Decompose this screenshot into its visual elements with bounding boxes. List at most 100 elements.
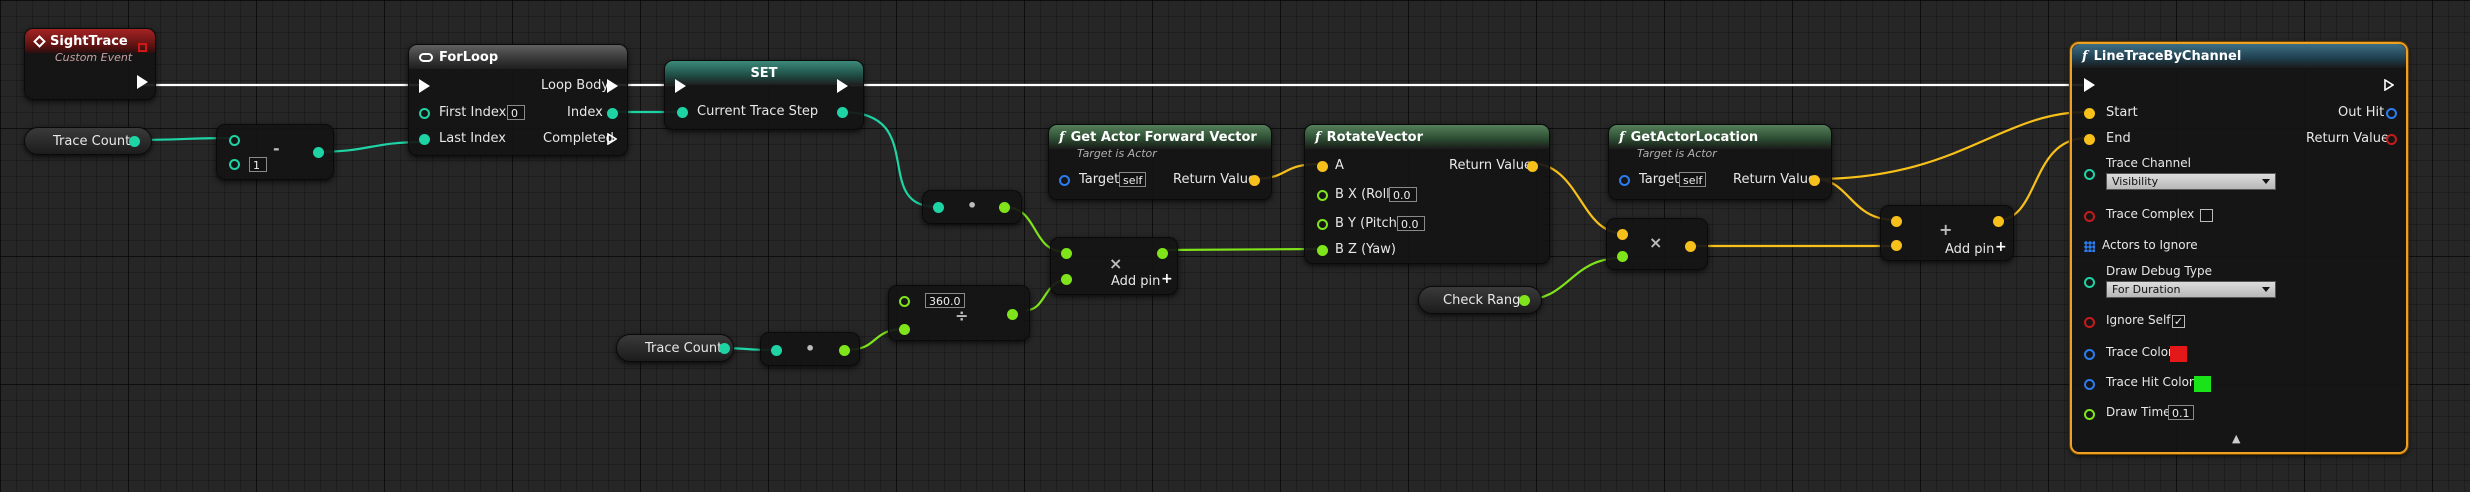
b-y-value-box[interactable]: 0.0 bbox=[1397, 216, 1425, 231]
multiply-node[interactable]: • bbox=[760, 332, 860, 366]
blueprint-graph[interactable]: SightTrace Custom Event Trace Count 1 - … bbox=[0, 0, 2470, 492]
b-x-value-box[interactable]: 0.0 bbox=[1389, 187, 1417, 202]
target-pin[interactable] bbox=[1059, 175, 1070, 186]
index-out-pin[interactable] bbox=[607, 108, 618, 119]
end-pin[interactable] bbox=[2084, 134, 2095, 145]
add-pin-icon[interactable]: + bbox=[1995, 239, 2007, 255]
value-in-pin[interactable] bbox=[677, 107, 688, 118]
trace-hit-color-pin[interactable] bbox=[2084, 379, 2095, 390]
exec-out-pin[interactable] bbox=[837, 79, 848, 93]
target-value-box[interactable]: self bbox=[1119, 172, 1147, 187]
draw-debug-type-pin[interactable] bbox=[2084, 277, 2095, 288]
get-actor-location-node[interactable]: f GetActorLocation Target is Actor Targe… bbox=[1608, 124, 1832, 200]
out-hit-pin[interactable] bbox=[2386, 108, 2397, 119]
add-pin-label[interactable]: Add pin bbox=[1945, 242, 1994, 257]
result-out-pin[interactable] bbox=[1157, 248, 1168, 259]
exec-out-pin[interactable] bbox=[137, 75, 148, 89]
b-z-pin[interactable] bbox=[1317, 245, 1328, 256]
exec-out-pin[interactable] bbox=[2384, 79, 2394, 91]
result-out-pin[interactable] bbox=[999, 202, 1010, 213]
a-in-pin[interactable] bbox=[771, 345, 782, 356]
target-pin[interactable] bbox=[1619, 175, 1630, 186]
ignore-self-checkbox[interactable]: ✓ bbox=[2172, 315, 2185, 328]
trace-hit-color-swatch[interactable] bbox=[2194, 376, 2211, 392]
node-header[interactable]: f LineTraceByChannel bbox=[2072, 44, 2406, 68]
draw-time-pin[interactable] bbox=[2084, 409, 2095, 420]
trace-color-pin[interactable] bbox=[2084, 349, 2095, 360]
value-out-pin[interactable] bbox=[719, 343, 730, 354]
trace-complex-pin[interactable] bbox=[2084, 211, 2095, 222]
for-loop-node[interactable]: ForLoop Loop Body First Index 0 Index La… bbox=[408, 44, 628, 156]
return-value-pin[interactable] bbox=[1249, 175, 1260, 186]
b-in-pin[interactable] bbox=[1617, 251, 1628, 262]
result-out-pin[interactable] bbox=[1007, 309, 1018, 320]
value-out-pin[interactable] bbox=[129, 136, 140, 147]
last-index-pin[interactable] bbox=[419, 134, 430, 145]
delegate-pin[interactable] bbox=[138, 43, 147, 52]
return-value-pin[interactable] bbox=[1527, 161, 1538, 172]
vector-add-node[interactable]: + Add pin + bbox=[1880, 205, 2014, 261]
result-out-pin[interactable] bbox=[1993, 216, 2004, 227]
trace-count-getter[interactable]: Trace Count bbox=[24, 127, 152, 155]
a-in-pin[interactable] bbox=[229, 135, 240, 146]
node-header[interactable]: SET bbox=[665, 61, 863, 85]
return-value-pin[interactable] bbox=[2386, 134, 2397, 145]
divide-node[interactable]: 360.0 ÷ bbox=[888, 285, 1030, 341]
draw-time-value-box[interactable]: 0.1 bbox=[2168, 405, 2194, 420]
node-header[interactable]: f GetActorLocation bbox=[1609, 125, 1831, 149]
b-x-pin[interactable] bbox=[1317, 190, 1328, 201]
return-value-pin[interactable] bbox=[1809, 175, 1820, 186]
completed-out-pin[interactable] bbox=[607, 133, 617, 145]
multiply-add-pin-node[interactable]: × Add pin + bbox=[1050, 237, 1178, 295]
trace-color-swatch[interactable] bbox=[2170, 346, 2187, 362]
result-out-pin[interactable] bbox=[313, 147, 324, 158]
draw-debug-type-dropdown[interactable]: For Duration bbox=[2106, 281, 2276, 298]
trace-channel-dropdown[interactable]: Visibility bbox=[2106, 173, 2276, 190]
ignore-self-pin[interactable] bbox=[2084, 317, 2095, 328]
exec-in-pin[interactable] bbox=[2084, 78, 2095, 92]
exec-in-pin[interactable] bbox=[675, 79, 686, 93]
subtract-node[interactable]: 1 - bbox=[216, 124, 334, 180]
sight-trace-event-node[interactable]: SightTrace Custom Event bbox=[24, 28, 156, 100]
multiply-node[interactable]: • bbox=[922, 190, 1022, 224]
array-grid-icon[interactable] bbox=[2084, 241, 2095, 252]
a-in-pin[interactable] bbox=[1317, 161, 1328, 172]
trace-count-getter[interactable]: Trace Count bbox=[616, 334, 734, 362]
b-in-pin[interactable] bbox=[1061, 274, 1072, 285]
collapse-arrow-icon[interactable]: ▲ bbox=[2232, 432, 2240, 445]
a-in-pin[interactable] bbox=[933, 202, 944, 213]
add-pin-label[interactable]: Add pin bbox=[1111, 274, 1160, 289]
trace-complex-checkbox[interactable] bbox=[2200, 209, 2213, 222]
exec-in-pin[interactable] bbox=[419, 79, 430, 93]
vector-multiply-node[interactable]: × bbox=[1606, 218, 1708, 270]
b-y-pin[interactable] bbox=[1317, 219, 1328, 230]
value-out-pin[interactable] bbox=[1519, 295, 1530, 306]
start-pin[interactable] bbox=[2084, 108, 2095, 119]
line-trace-by-channel-node[interactable]: f LineTraceByChannel Start Out Hit End R… bbox=[2070, 42, 2408, 454]
get-actor-forward-vector-node[interactable]: f Get Actor Forward Vector Target is Act… bbox=[1048, 124, 1272, 200]
check-range-getter[interactable]: Check Range bbox=[1418, 286, 1542, 314]
first-index-pin[interactable] bbox=[419, 108, 430, 119]
value-out-pin[interactable] bbox=[837, 107, 848, 118]
a-in-pin[interactable] bbox=[1617, 229, 1628, 240]
trace-channel-pin[interactable] bbox=[2084, 169, 2095, 180]
target-value-box[interactable]: self bbox=[1679, 172, 1707, 187]
b-value-box[interactable]: 1 bbox=[249, 157, 267, 172]
node-header[interactable]: ForLoop bbox=[409, 45, 627, 69]
result-out-pin[interactable] bbox=[839, 345, 850, 356]
b-in-pin[interactable] bbox=[229, 159, 240, 170]
rotate-vector-node[interactable]: f RotateVector A Return Value B X (Roll)… bbox=[1304, 124, 1550, 264]
a-in-pin[interactable] bbox=[1061, 248, 1072, 259]
b-in-pin[interactable] bbox=[899, 324, 910, 335]
a-in-pin[interactable] bbox=[1891, 216, 1902, 227]
add-pin-icon[interactable]: + bbox=[1161, 271, 1173, 287]
first-index-value[interactable]: 0 bbox=[507, 105, 525, 120]
node-header[interactable]: f RotateVector bbox=[1305, 125, 1549, 149]
set-variable-node[interactable]: SET Current Trace Step bbox=[664, 60, 864, 130]
b-in-pin[interactable] bbox=[1891, 240, 1902, 251]
node-header[interactable]: SightTrace bbox=[25, 29, 155, 53]
result-out-pin[interactable] bbox=[1685, 241, 1696, 252]
loop-body-out-pin[interactable] bbox=[607, 79, 618, 93]
node-header[interactable]: f Get Actor Forward Vector bbox=[1049, 125, 1271, 149]
a-in-pin[interactable] bbox=[899, 296, 910, 307]
